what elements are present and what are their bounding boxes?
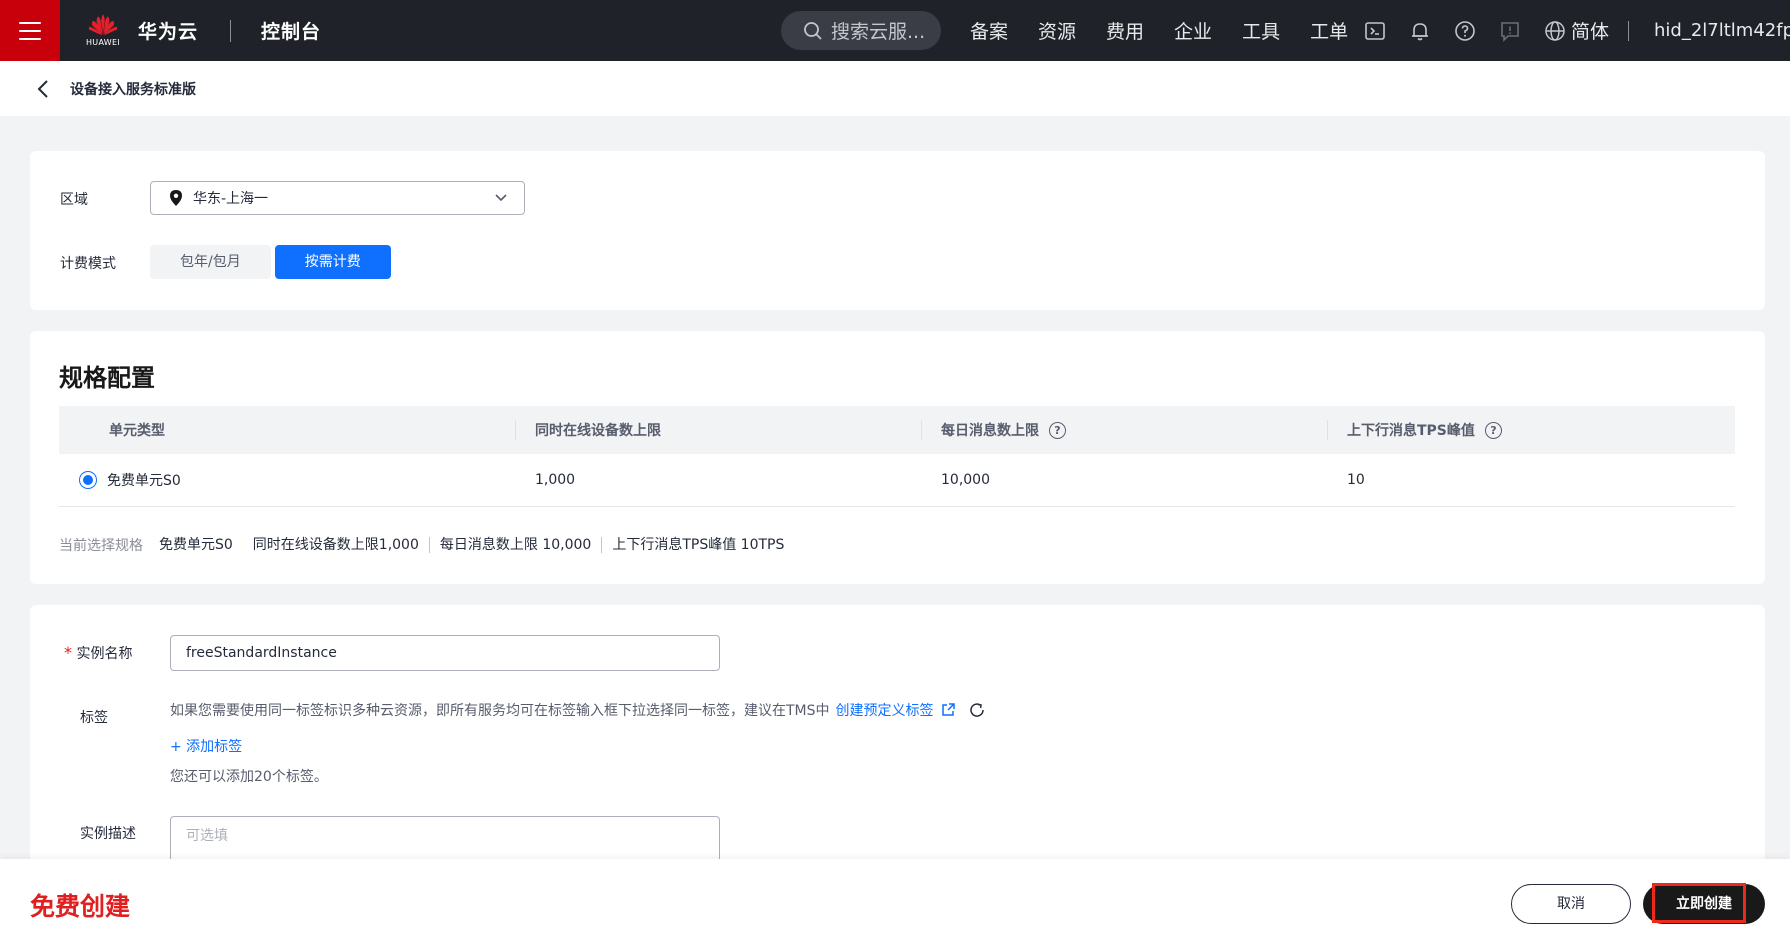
billing-mode-selector: 包年/包月 按需计费 — [150, 245, 391, 279]
nav-item-tools[interactable]: 工具 — [1242, 17, 1280, 44]
billing-option-yearly-monthly[interactable]: 包年/包月 — [150, 245, 271, 279]
summary-label: 当前选择规格 — [59, 538, 143, 554]
spec-config-card: 规格配置 单元类型 同时在线设备数上限 每日消息数上限 ? 上下行消息TPS峰值… — [30, 331, 1765, 584]
basic-config-card: 区域 华东-上海一 计费模式 包年/包月 按需计费 — [30, 151, 1765, 310]
terminal-icon[interactable] — [1362, 18, 1388, 44]
region-value: 华东-上海一 — [193, 191, 269, 207]
region-label: 区域 — [60, 192, 88, 208]
cell-online-limit: 1,000 — [535, 472, 576, 488]
tag-remaining-text: 您还可以添加20个标签。 — [170, 769, 328, 785]
language-switch[interactable]: 简体 — [1544, 17, 1609, 44]
external-link-icon[interactable] — [940, 702, 956, 718]
search-placeholder: 搜索云服... — [831, 21, 926, 43]
cell-unit-type: 免费单元S0 — [59, 470, 515, 490]
nav-item-billing[interactable]: 费用 — [1106, 17, 1144, 44]
selected-spec-summary: 当前选择规格 免费单元S0 同时在线设备数上限1,000 每日消息数上限 10,… — [59, 535, 794, 555]
required-asterisk: * — [64, 643, 72, 662]
top-navbar: HUAWEI 华为云 控制台 搜索云服... 备案 资源 费用 企业 工具 工单 — [0, 0, 1790, 61]
help-icon[interactable] — [1452, 18, 1478, 44]
region-select[interactable]: 华东-上海一 — [150, 181, 525, 215]
huawei-logo-icon: HUAWEI — [86, 14, 120, 47]
table-row[interactable]: 免费单元S0 1,000 10,000 10 — [59, 454, 1735, 507]
cell-tps-peak: 10 — [1347, 472, 1365, 488]
location-pin-icon — [170, 190, 182, 206]
column-header-daily-msg-limit: 每日消息数上限 ? — [921, 406, 1327, 454]
globe-icon — [1545, 20, 1565, 41]
summary-item: 上下行消息TPS峰值 10TPS — [601, 537, 794, 553]
feedback-icon[interactable] — [1497, 18, 1523, 44]
nav-item-tickets[interactable]: 工单 — [1310, 17, 1348, 44]
brand-name: 华为云 — [138, 21, 199, 43]
help-icon[interactable]: ? — [1049, 421, 1066, 439]
column-header-tps-peak: 上下行消息TPS峰值 ? — [1327, 406, 1735, 454]
column-header-online-limit: 同时在线设备数上限 — [515, 406, 921, 454]
summary-item: 每日消息数上限 10,000 — [428, 537, 601, 553]
price-label: 免费创建 — [30, 892, 131, 921]
billing-mode-label: 计费模式 — [60, 256, 116, 272]
action-bar: 免费创建 取消 立即创建 — [0, 859, 1790, 950]
tag-label: 标签 — [80, 710, 108, 726]
add-tag-button[interactable]: + 添加标签 — [170, 736, 242, 756]
tag-hint: 如果您需要使用同一标签标识多种云资源，即所有服务均可在标签输入框下拉选择同一标签… — [170, 700, 986, 720]
column-header-unit-type: 单元类型 — [109, 423, 165, 439]
create-now-button[interactable]: 立即创建 — [1643, 884, 1765, 924]
tag-hint-text: 如果您需要使用同一标签标识多种云资源，即所有服务均可在标签输入框下拉选择同一标签… — [170, 703, 830, 719]
spec-radio-selected[interactable] — [79, 471, 97, 489]
divider — [1628, 21, 1629, 41]
page-title: 设备接入服务标准版 — [70, 81, 196, 98]
hamburger-menu-button[interactable] — [0, 0, 60, 61]
summary-item: 同时在线设备数上限1,000 — [252, 537, 419, 553]
instance-name-input[interactable]: freeStandardInstance — [170, 635, 720, 671]
instance-description-label: 实例描述 — [80, 826, 136, 842]
console-link[interactable]: 控制台 — [261, 17, 321, 44]
create-predefined-tag-link[interactable]: 创建预定义标签 — [836, 700, 934, 720]
user-account-menu[interactable]: hid_2l7ltlm42fpx6 — [1654, 0, 1790, 61]
spec-table: 单元类型 同时在线设备数上限 每日消息数上限 ? 上下行消息TPS峰值 ? 免费… — [59, 406, 1735, 507]
cell-daily-msg-limit: 10,000 — [941, 472, 990, 488]
instance-name-label: * 实例名称 — [64, 643, 133, 662]
brand[interactable]: HUAWEI 华为云 — [86, 14, 198, 47]
language-label: 简体 — [1571, 21, 1610, 43]
brand-word: HUAWEI — [85, 38, 121, 47]
nav-item-enterprise[interactable]: 企业 — [1174, 17, 1212, 44]
global-search-input[interactable]: 搜索云服... — [781, 11, 941, 50]
page-header: 设备接入服务标准版 — [0, 61, 1790, 116]
section-title: 规格配置 — [59, 364, 155, 392]
help-icon[interactable]: ? — [1484, 421, 1502, 439]
chevron-left-icon — [37, 79, 48, 98]
table-header: 单元类型 同时在线设备数上限 每日消息数上限 ? 上下行消息TPS峰值 ? — [59, 406, 1735, 454]
refresh-icon[interactable] — [968, 701, 986, 719]
nav-item-resources[interactable]: 资源 — [1038, 17, 1076, 44]
billing-option-pay-per-use[interactable]: 按需计费 — [274, 245, 391, 279]
divider — [230, 19, 232, 42]
back-button[interactable] — [36, 77, 56, 101]
top-nav-menu: 备案 资源 费用 企业 工具 工单 — [970, 0, 1378, 61]
chevron-down-icon — [495, 194, 507, 202]
top-nav-icons: 简体 — [1362, 0, 1609, 61]
cancel-button[interactable]: 取消 — [1511, 884, 1631, 924]
bell-icon[interactable] — [1407, 18, 1433, 44]
search-icon — [804, 21, 822, 40]
nav-item-beian[interactable]: 备案 — [970, 17, 1008, 44]
summary-item: 免费单元S0 — [159, 537, 233, 553]
